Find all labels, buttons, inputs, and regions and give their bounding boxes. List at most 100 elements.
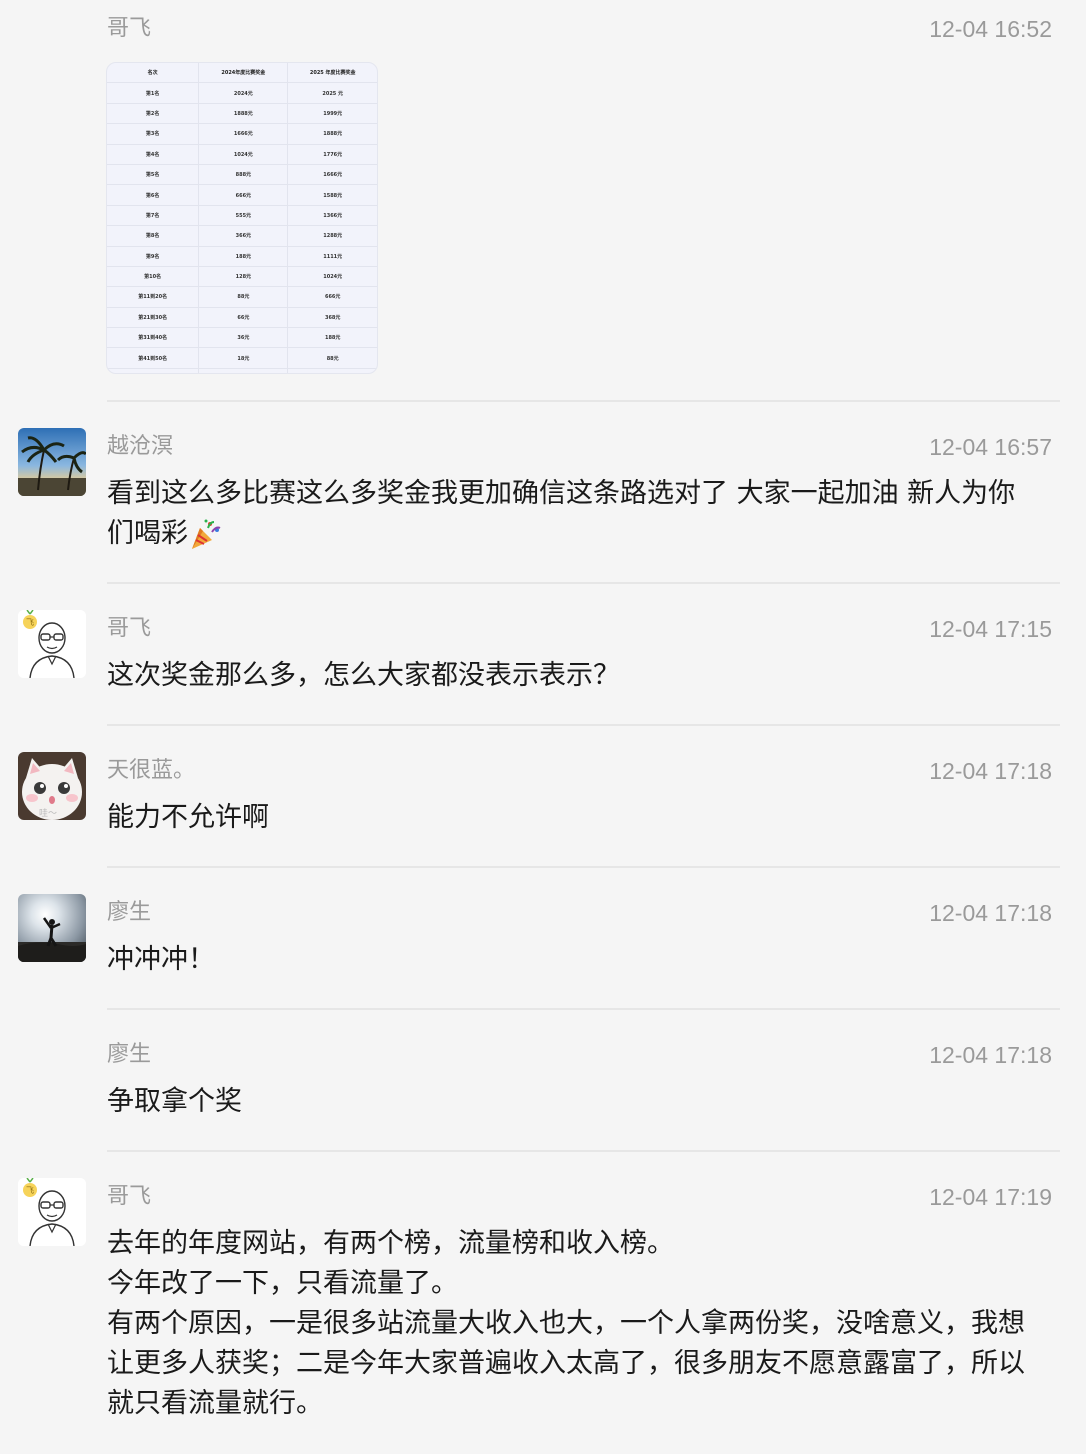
table-cell: 368元 [287, 307, 377, 329]
message-text: 能力不允许啊 [107, 802, 269, 833]
message-text: 冲冲冲！ [107, 944, 215, 975]
table-cell: 第41到50名 [107, 347, 200, 369]
table-cell: 888元 [198, 164, 289, 186]
table-cell: 1888元 [287, 123, 377, 145]
sender-name[interactable]: 哥飞 [107, 614, 151, 644]
table-cell: 第4名 [107, 144, 200, 165]
avatar[interactable] [18, 428, 86, 496]
cartoon-man-avatar-icon: 飞 [18, 1178, 86, 1246]
table-cell: 1366元 [287, 205, 377, 227]
table-row: 第1名 2024元 2025 元 [107, 82, 377, 104]
table-row: 第3名 1666元 1888元 [107, 123, 377, 145]
table-cell: 1588元 [287, 184, 377, 206]
table-cell: 第21到30名 [107, 307, 200, 329]
table-row: 第11到20名 88元 666元 [107, 286, 377, 308]
sender-name[interactable]: 哥飞 [107, 14, 151, 44]
avatar[interactable]: 飞 [18, 610, 86, 678]
table-row: 第8名 366元 1288元 [107, 225, 377, 247]
table-cell: 2024元 [198, 82, 289, 104]
table-row: 第31到40名 36元 188元 [107, 327, 377, 349]
table-cell: 第31到40名 [107, 327, 200, 349]
table-cell: 从51名开始 [107, 368, 200, 373]
table-cell: 1024元 [198, 144, 289, 165]
white-cat-avatar-icon: 哇～ [18, 752, 86, 820]
message-time: 12-04 16:52 [929, 16, 1052, 42]
message-time: 12-04 17:18 [929, 900, 1052, 926]
sender-name[interactable]: 廖生 [107, 1040, 151, 1070]
avatar-caption: 哇～ [39, 808, 57, 819]
table-cell: 8元 [198, 368, 289, 373]
table-row: 第6名 666元 1588元 [107, 184, 377, 206]
message-text-content: 看到这么多比赛这么多奖金我更加确信这条路选对了 大家一起加油 新人为你 们喝彩 [107, 478, 1016, 549]
table-cell: 第1名 [107, 82, 200, 104]
table-cell: 第8名 [107, 225, 200, 247]
table-row: 第7名 555元 1366元 [107, 205, 377, 227]
message-divider [107, 724, 1060, 726]
sender-name[interactable]: 越沧溟 [107, 432, 173, 462]
sender-name[interactable]: 哥飞 [107, 1182, 151, 1212]
avatar[interactable]: 飞 [18, 1178, 86, 1246]
message-time: 12-04 17:18 [929, 1042, 1052, 1068]
message-time: 12-04 16:57 [929, 434, 1052, 460]
table-cell: 1999元 [287, 103, 377, 125]
table-cell: 88元 [287, 347, 377, 369]
cartoon-man-avatar-icon: 飞 [18, 610, 86, 678]
prize-table-image[interactable]: 名次 2024年度比赛奖金 2025 年度比赛奖金 第1名 2024元 2025 元… [106, 62, 378, 374]
table-cell: 66元 [287, 368, 377, 373]
table-cell: 第9名 [107, 246, 200, 267]
table-cell: 1111元 [287, 246, 377, 267]
table-cell: 88元 [198, 286, 289, 308]
palm-beach-avatar-icon [18, 428, 86, 496]
table-row: 第2名 1888元 1999元 [107, 103, 377, 125]
table-cell: 第2名 [107, 103, 200, 125]
table-cell: 666元 [287, 286, 377, 308]
message-text: 争取拿个奖 [107, 1086, 242, 1117]
avatar[interactable]: 哇～ [18, 752, 86, 820]
table-cell: 128元 [198, 266, 289, 288]
silhouette-sunset-avatar-icon [18, 894, 86, 962]
sender-name[interactable]: 廖生 [107, 898, 151, 928]
message-time: 12-04 17:15 [929, 616, 1052, 642]
table-cell: 1666元 [287, 164, 377, 186]
table-row: 第5名 888元 1666元 [107, 164, 377, 186]
table-header-cell: 名次 [107, 63, 200, 84]
table-cell: 第5名 [107, 164, 200, 186]
table-cell: 36元 [198, 327, 289, 349]
message-text: 这次奖金那么多，怎么大家都没表示表示？ [107, 660, 620, 691]
table-cell: 第10名 [107, 266, 200, 288]
sender-name[interactable]: 天很蓝。 [107, 756, 195, 786]
prize-table: 名次 2024年度比赛奖金 2025 年度比赛奖金 第1名 2024元 2025 元… [107, 63, 377, 373]
table-cell: 第7名 [107, 205, 200, 227]
table-cell: 1024元 [287, 266, 377, 288]
table-row: 第10名 128元 1024元 [107, 266, 377, 288]
table-cell: 555元 [198, 205, 289, 227]
svg-text:飞: 飞 [26, 618, 34, 627]
table-cell: 1666元 [198, 123, 289, 145]
message-text: 去年的年度网站，有两个榜，流量榜和收入榜。 今年改了一下，只看流量了。 有两个原… [107, 1228, 1025, 1419]
avatar[interactable] [18, 894, 86, 962]
table-cell: 1288元 [287, 225, 377, 247]
table-row: 第41到50名 18元 88元 [107, 347, 377, 369]
svg-text:飞: 飞 [26, 1186, 34, 1195]
table-row: 从51名开始8元66元 [107, 368, 377, 373]
message-divider [107, 582, 1060, 584]
table-cell: 188元 [198, 246, 289, 267]
table-cell: 18元 [198, 347, 289, 369]
table-cell: 第6名 [107, 184, 200, 206]
table-cell: 第11到20名 [107, 286, 200, 308]
table-header-row: 名次 2024年度比赛奖金 2025 年度比赛奖金 [107, 63, 377, 84]
table-cell: 1776元 [287, 144, 377, 165]
message-divider [107, 1150, 1060, 1152]
party-popper-icon [192, 519, 221, 549]
message-time: 12-04 17:18 [929, 758, 1052, 784]
table-cell: 666元 [198, 184, 289, 206]
message-text: 看到这么多比赛这么多奖金我更加确信这条路选对了 大家一起加油 新人为你 们喝彩 [107, 474, 1062, 554]
table-cell: 2025 元 [287, 82, 377, 104]
message-divider [107, 866, 1060, 868]
table-header-cell: 2024年度比赛奖金 [198, 63, 289, 84]
table-row: 第21到30名 66元 368元 [107, 307, 377, 329]
table-cell: 66元 [198, 307, 289, 329]
table-row: 第9名 188元 1111元 [107, 246, 377, 267]
table-cell: 366元 [198, 225, 289, 247]
table-cell: 第3名 [107, 123, 200, 145]
